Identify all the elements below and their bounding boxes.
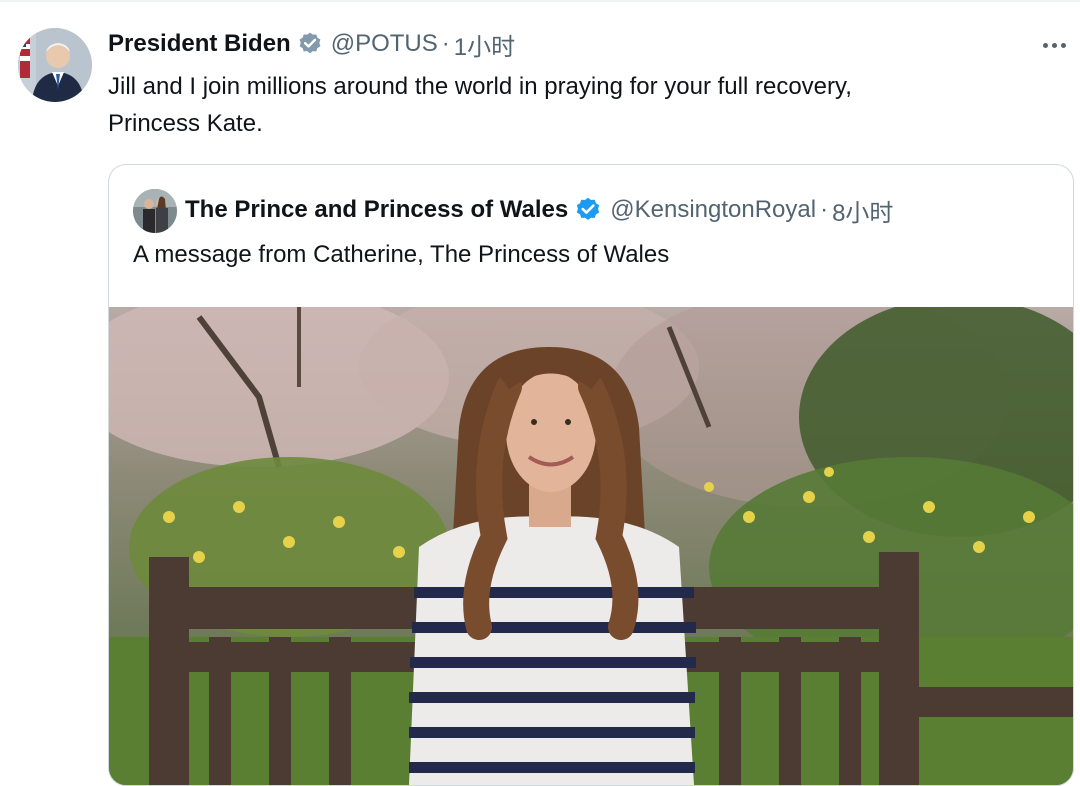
quote-header: The Prince and Princess of Wales @Kensin…: [185, 193, 893, 227]
timestamp[interactable]: 1小时: [454, 27, 515, 62]
separator-dot: ·: [820, 196, 829, 223]
top-divider: [0, 0, 1080, 2]
author-avatar[interactable]: [18, 28, 92, 102]
couple-avatar-icon: [133, 189, 177, 233]
more-options-button[interactable]: [1036, 30, 1072, 60]
tweet-header: President Biden @POTUS · 1小时: [108, 27, 515, 61]
more-horizontal-icon: [1042, 42, 1048, 48]
video-thumbnail[interactable]: [109, 307, 1073, 785]
separator-dot: ·: [441, 30, 450, 57]
author-handle[interactable]: @POTUS: [331, 30, 438, 58]
person-avatar-icon: [18, 28, 92, 102]
quote-author-handle[interactable]: @KensingtonRoyal: [610, 196, 816, 224]
tweet-text: Jill and I join millions around the worl…: [108, 68, 1048, 142]
quote-author-name[interactable]: The Prince and Princess of Wales: [185, 196, 568, 224]
verified-badge-icon[interactable]: [297, 31, 323, 57]
tweet-text-line: Princess Kate.: [108, 110, 263, 137]
quoted-tweet-card[interactable]: The Prince and Princess of Wales @Kensin…: [108, 164, 1074, 786]
quote-text: A message from Catherine, The Princess o…: [133, 241, 670, 268]
tweet-text-line: Jill and I join millions around the worl…: [108, 73, 852, 100]
video-thumbnail-image: [109, 307, 1073, 785]
quote-author-avatar[interactable]: [133, 189, 177, 233]
author-name[interactable]: President Biden: [108, 30, 291, 58]
verified-badge-icon[interactable]: [574, 196, 602, 224]
quote-timestamp[interactable]: 8小时: [832, 193, 893, 228]
